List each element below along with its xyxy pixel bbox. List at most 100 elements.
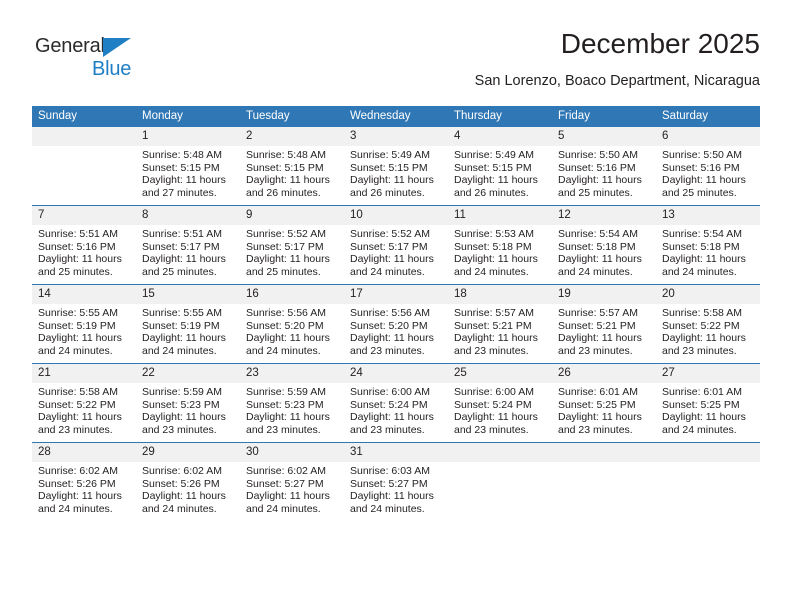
day-number: 8 [136, 206, 240, 225]
day-number: 3 [344, 127, 448, 146]
daylight-text-line2: and 25 minutes. [142, 265, 217, 278]
daylight-text-line2: and 27 minutes. [142, 186, 217, 199]
calendar-day-cell[interactable]: 15 Sunrise: 5:55 AM Sunset: 5:19 PM Dayligh… [136, 284, 240, 364]
day-number: 31 [344, 443, 448, 462]
day-details: Sunrise: 5:51 AM Sunset: 5:16 PM Daylight:… [32, 225, 136, 278]
calendar-day-cell[interactable]: 2 Sunrise: 5:48 AM Sunset: 5:15 PM Daylight… [240, 127, 344, 206]
sunset-text: Sunset: 5:25 PM [558, 398, 636, 411]
calendar-day-cell[interactable]: 24 Sunrise: 6:00 AM Sunset: 5:24 PM Dayligh… [344, 363, 448, 443]
day-details: Sunrise: 5:49 AM Sunset: 5:15 PM Daylight:… [344, 146, 448, 199]
day-details: Sunrise: 5:57 AM Sunset: 5:21 PM Daylight:… [448, 304, 552, 357]
sunrise-text: Sunrise: 5:57 AM [558, 307, 638, 319]
daylight-text-line2: and 23 minutes. [350, 423, 425, 436]
calendar-day-cell[interactable]: 9 Sunrise: 5:52 AM Sunset: 5:17 PM Daylight… [240, 205, 344, 285]
calendar-day-cell[interactable]: 8 Sunrise: 5:51 AM Sunset: 5:17 PM Daylight… [136, 205, 240, 285]
calendar-day-cell[interactable]: 13 Sunrise: 5:54 AM Sunset: 5:18 PM Dayligh… [656, 205, 760, 285]
day-details: Sunrise: 5:57 AM Sunset: 5:21 PM Daylight:… [552, 304, 656, 357]
calendar-day-cell[interactable]: 20 Sunrise: 5:58 AM Sunset: 5:22 PM Dayligh… [656, 284, 760, 364]
calendar-day-cell[interactable]: 29 Sunrise: 6:02 AM Sunset: 5:26 PM Dayligh… [136, 442, 240, 521]
calendar-day-cell[interactable]: 26 Sunrise: 6:01 AM Sunset: 5:25 PM Dayligh… [552, 363, 656, 443]
sunset-text: Sunset: 5:18 PM [662, 240, 740, 253]
daylight-text-line1: Daylight: 11 hours [558, 332, 642, 345]
calendar-table: Sunday Monday Tuesday Wednesday Thursday… [32, 106, 760, 521]
day-details: Sunrise: 5:54 AM Sunset: 5:18 PM Daylight:… [656, 225, 760, 278]
general-blue-logo: General Blue [35, 36, 185, 86]
daylight-text-line2: and 24 minutes. [38, 344, 113, 357]
day-details: Sunrise: 6:01 AM Sunset: 5:25 PM Daylight:… [552, 383, 656, 436]
sunset-text: Sunset: 5:19 PM [142, 319, 220, 332]
sunset-text: Sunset: 5:26 PM [142, 477, 220, 490]
sunrise-text: Sunrise: 5:59 AM [246, 386, 326, 398]
calendar-day-cell[interactable]: 23 Sunrise: 5:59 AM Sunset: 5:23 PM Dayligh… [240, 363, 344, 443]
weekday-header-saturday: Saturday [656, 106, 760, 127]
sunrise-text: Sunrise: 5:58 AM [662, 307, 742, 319]
calendar-day-cell[interactable]: 1 Sunrise: 5:48 AM Sunset: 5:15 PM Daylight… [136, 127, 240, 206]
daylight-text-line1: Daylight: 11 hours [558, 411, 642, 424]
sunrise-text: Sunrise: 5:56 AM [350, 307, 430, 319]
calendar-week-row: 1 Sunrise: 5:48 AM Sunset: 5:15 PM Daylight… [32, 127, 760, 206]
page-subtitle: San Lorenzo, Boaco Department, Nicaragua [474, 73, 760, 89]
sunrise-text: Sunrise: 6:00 AM [350, 386, 430, 398]
weekday-header-wednesday: Wednesday [344, 106, 448, 127]
calendar-day-cell[interactable]: 5 Sunrise: 5:50 AM Sunset: 5:16 PM Daylight… [552, 127, 656, 206]
calendar-day-cell[interactable]: 30 Sunrise: 6:02 AM Sunset: 5:27 PM Dayligh… [240, 442, 344, 521]
daylight-text-line1: Daylight: 11 hours [662, 332, 746, 345]
sunset-text: Sunset: 5:17 PM [142, 240, 220, 253]
sunset-text: Sunset: 5:15 PM [350, 161, 428, 174]
daylight-text-line1: Daylight: 11 hours [38, 490, 122, 503]
calendar-day-cell[interactable]: 16 Sunrise: 5:56 AM Sunset: 5:20 PM Dayligh… [240, 284, 344, 364]
calendar-day-cell[interactable]: 6 Sunrise: 5:50 AM Sunset: 5:16 PM Daylight… [656, 127, 760, 206]
daylight-text-line1: Daylight: 11 hours [350, 490, 434, 503]
sunset-text: Sunset: 5:22 PM [38, 398, 116, 411]
day-number [656, 443, 760, 462]
daylight-text-line1: Daylight: 11 hours [142, 411, 226, 424]
sunrise-text: Sunrise: 6:01 AM [662, 386, 742, 398]
calendar-day-cell[interactable]: 11 Sunrise: 5:53 AM Sunset: 5:18 PM Dayligh… [448, 205, 552, 285]
calendar-day-cell[interactable]: 21 Sunrise: 5:58 AM Sunset: 5:22 PM Dayligh… [32, 363, 136, 443]
calendar-day-cell[interactable]: 28 Sunrise: 6:02 AM Sunset: 5:26 PM Dayligh… [32, 442, 136, 521]
sunrise-text: Sunrise: 5:50 AM [558, 149, 638, 161]
calendar-day-cell[interactable]: 25 Sunrise: 6:00 AM Sunset: 5:24 PM Dayligh… [448, 363, 552, 443]
daylight-text-line1: Daylight: 11 hours [142, 490, 226, 503]
day-number: 11 [448, 206, 552, 225]
calendar-day-cell[interactable]: 3 Sunrise: 5:49 AM Sunset: 5:15 PM Daylight… [344, 127, 448, 206]
calendar-day-cell[interactable]: 17 Sunrise: 5:56 AM Sunset: 5:20 PM Dayligh… [344, 284, 448, 364]
day-details: Sunrise: 6:00 AM Sunset: 5:24 PM Daylight:… [344, 383, 448, 436]
calendar-day-cell[interactable]: 7 Sunrise: 5:51 AM Sunset: 5:16 PM Daylight… [32, 205, 136, 285]
day-number: 12 [552, 206, 656, 225]
day-number: 30 [240, 443, 344, 462]
calendar-day-cell[interactable]: 22 Sunrise: 5:59 AM Sunset: 5:23 PM Dayligh… [136, 363, 240, 443]
calendar-day-cell[interactable]: 18 Sunrise: 5:57 AM Sunset: 5:21 PM Dayligh… [448, 284, 552, 364]
daylight-text-line1: Daylight: 11 hours [662, 174, 746, 187]
day-details: Sunrise: 5:54 AM Sunset: 5:18 PM Daylight:… [552, 225, 656, 278]
sunrise-text: Sunrise: 5:49 AM [350, 149, 430, 161]
day-details: Sunrise: 5:48 AM Sunset: 5:15 PM Daylight:… [240, 146, 344, 199]
sunrise-text: Sunrise: 5:48 AM [246, 149, 326, 161]
sunrise-text: Sunrise: 5:51 AM [142, 228, 222, 240]
sunset-text: Sunset: 5:15 PM [142, 161, 220, 174]
day-number: 20 [656, 285, 760, 304]
sunrise-text: Sunrise: 5:48 AM [142, 149, 222, 161]
daylight-text-line2: and 24 minutes. [142, 344, 217, 357]
daylight-text-line2: and 25 minutes. [38, 265, 113, 278]
calendar-day-cell[interactable]: 4 Sunrise: 5:49 AM Sunset: 5:15 PM Daylight… [448, 127, 552, 206]
calendar-day-cell[interactable]: 12 Sunrise: 5:54 AM Sunset: 5:18 PM Dayligh… [552, 205, 656, 285]
calendar-day-cell[interactable]: 10 Sunrise: 5:52 AM Sunset: 5:17 PM Dayligh… [344, 205, 448, 285]
calendar-day-cell[interactable]: 14 Sunrise: 5:55 AM Sunset: 5:19 PM Dayligh… [32, 284, 136, 364]
calendar-header-row: Sunday Monday Tuesday Wednesday Thursday… [32, 106, 760, 127]
calendar-day-cell[interactable]: 19 Sunrise: 5:57 AM Sunset: 5:21 PM Dayligh… [552, 284, 656, 364]
day-details: Sunrise: 6:02 AM Sunset: 5:26 PM Daylight:… [32, 462, 136, 515]
day-number: 13 [656, 206, 760, 225]
calendar-day-cell-empty [552, 442, 656, 521]
calendar-day-cell[interactable]: 31 Sunrise: 6:03 AM Sunset: 5:27 PM Dayligh… [344, 442, 448, 521]
sunset-text: Sunset: 5:17 PM [350, 240, 428, 253]
calendar-day-cell[interactable]: 27 Sunrise: 6:01 AM Sunset: 5:25 PM Dayligh… [656, 363, 760, 443]
daylight-text-line2: and 25 minutes. [246, 265, 321, 278]
daylight-text-line2: and 23 minutes. [38, 423, 113, 436]
sunset-text: Sunset: 5:16 PM [662, 161, 740, 174]
day-number: 27 [656, 364, 760, 383]
daylight-text-line1: Daylight: 11 hours [350, 253, 434, 266]
daylight-text-line1: Daylight: 11 hours [454, 411, 538, 424]
sunrise-text: Sunrise: 6:00 AM [454, 386, 534, 398]
sunrise-text: Sunrise: 5:55 AM [142, 307, 222, 319]
